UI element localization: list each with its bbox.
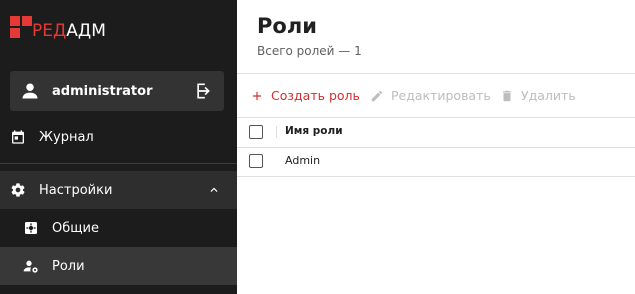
chevron-up-icon[interactable] bbox=[207, 183, 221, 197]
edit-button[interactable]: Редактировать bbox=[370, 74, 491, 117]
sidebar-item-journal[interactable]: Журнал bbox=[0, 118, 237, 156]
row-checkbox[interactable] bbox=[249, 154, 263, 168]
logo-mark-icon bbox=[10, 16, 32, 38]
logo[interactable]: РЕДАДМ bbox=[10, 14, 106, 41]
main-content: Роли Всего ролей — 1 Создать роль Редакт… bbox=[237, 0, 635, 294]
pencil-icon bbox=[371, 90, 383, 101]
column-separator bbox=[276, 126, 277, 138]
edit-label: Редактировать bbox=[391, 88, 491, 103]
gear-icon bbox=[11, 183, 25, 197]
user-card: administrator bbox=[10, 71, 224, 111]
sidebar-divider bbox=[0, 163, 237, 164]
sidebar: РЕДАДМ administrator Журнал Настройки Об… bbox=[0, 0, 237, 294]
settings-box-icon bbox=[25, 222, 37, 234]
create-role-button[interactable]: Создать роль bbox=[250, 74, 360, 117]
trash-icon bbox=[502, 90, 512, 101]
select-all-checkbox[interactable] bbox=[249, 125, 263, 139]
role-name-cell: Admin bbox=[285, 154, 321, 167]
delete-button[interactable]: Удалить bbox=[500, 74, 576, 117]
sidebar-item-roles[interactable]: Роли bbox=[0, 247, 237, 285]
page-subtitle: Всего ролей — 1 bbox=[257, 44, 362, 58]
sidebar-item-general-label: Общие bbox=[52, 220, 99, 236]
logo-text-white: АДМ bbox=[66, 21, 106, 41]
calendar-icon bbox=[12, 130, 24, 144]
logout-icon[interactable] bbox=[194, 81, 214, 101]
delete-label: Удалить bbox=[521, 88, 576, 103]
logo-text-red: РЕД bbox=[32, 21, 67, 41]
sidebar-item-settings[interactable]: Настройки bbox=[0, 171, 237, 209]
plus-icon bbox=[252, 91, 262, 100]
user-name: administrator bbox=[52, 83, 153, 99]
sidebar-item-roles-label: Роли bbox=[52, 258, 85, 274]
create-role-label: Создать роль bbox=[271, 88, 360, 103]
toolbar: Создать роль Редактировать Удалить bbox=[237, 73, 635, 118]
sidebar-item-journal-label: Журнал bbox=[39, 129, 94, 145]
logo-text: РЕДАДМ bbox=[32, 21, 106, 41]
page-title: Роли bbox=[257, 14, 317, 38]
table-row[interactable]: Admin bbox=[237, 148, 635, 177]
user-gear-icon bbox=[23, 260, 38, 273]
sidebar-item-general[interactable]: Общие bbox=[0, 209, 237, 247]
table-header: Имя роли bbox=[237, 117, 635, 148]
column-header-role-name[interactable]: Имя роли bbox=[285, 125, 343, 137]
sidebar-item-settings-label: Настройки bbox=[39, 182, 113, 198]
person-icon bbox=[22, 83, 38, 99]
